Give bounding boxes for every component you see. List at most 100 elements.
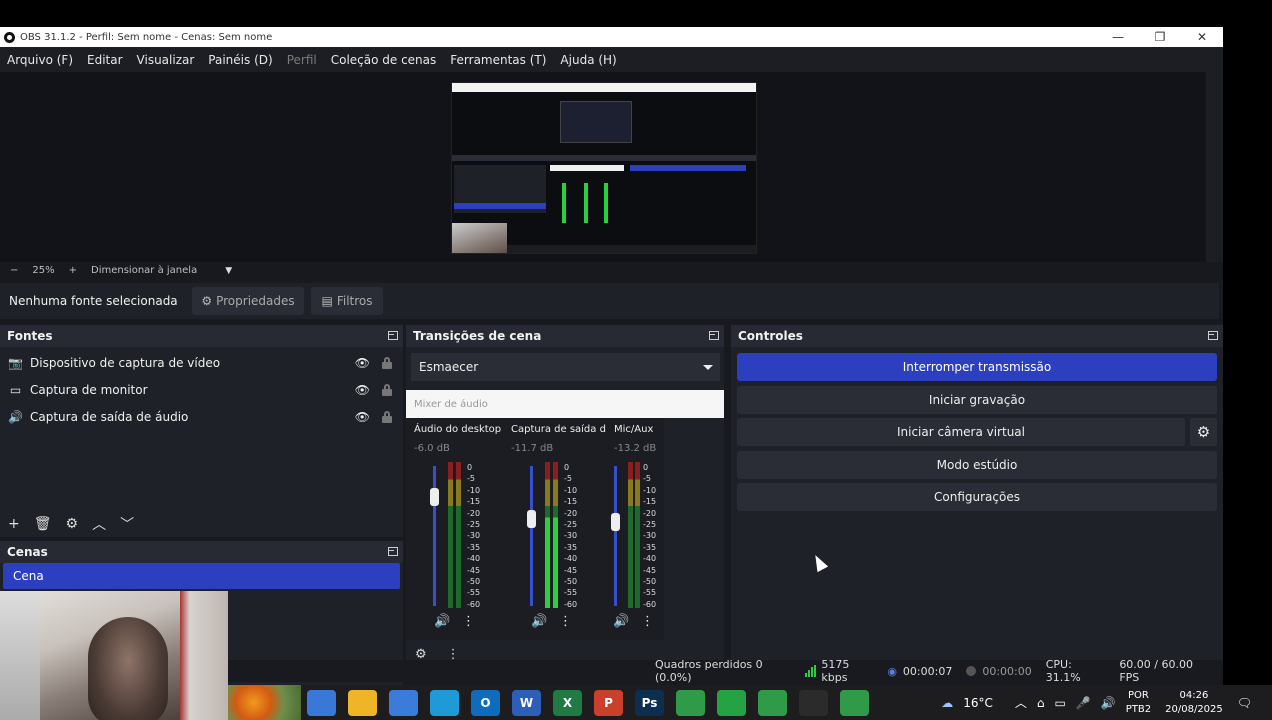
microphone-icon[interactable]: 🎤 bbox=[1076, 696, 1091, 710]
add-icon[interactable]: + bbox=[8, 516, 20, 532]
speaker-icon[interactable]: 🔊 bbox=[531, 614, 547, 629]
camera-icon: 📷 bbox=[8, 355, 23, 370]
preview-horizontal-scrollbar[interactable] bbox=[1200, 262, 1223, 279]
taskbar-word-icon[interactable]: W bbox=[512, 689, 541, 716]
menu-editar[interactable]: Editar bbox=[87, 53, 123, 67]
source-label: Captura de saída de áudio bbox=[30, 409, 189, 424]
more-vertical-icon[interactable]: ⋮ bbox=[559, 614, 572, 629]
menu-paineis[interactable]: Painéis (D) bbox=[208, 53, 272, 67]
meter-tick-label: -35 bbox=[467, 542, 481, 552]
meter-scale: 0 -5 -10 -15 -20 -25 -30 -35 -40 -45 -50 -55 -60 bbox=[564, 462, 577, 610]
taskbar-excel-icon[interactable]: X bbox=[553, 689, 582, 716]
weather-temp[interactable]: 16°C bbox=[963, 696, 993, 710]
chevron-up-icon[interactable]: ︿ bbox=[1015, 694, 1027, 711]
properties-button[interactable]: ⚙ Propriedades bbox=[192, 287, 304, 315]
meter-tick-label: -25 bbox=[643, 520, 657, 530]
scenes-title: Cenas bbox=[7, 545, 48, 559]
minimize-button[interactable]: — bbox=[1097, 30, 1139, 44]
transition-select[interactable]: Esmaecer bbox=[411, 353, 720, 381]
taskbar-outlook-icon[interactable]: O bbox=[471, 689, 500, 716]
chevron-down-icon[interactable]: ﹀ bbox=[120, 514, 134, 534]
eye-icon[interactable]: 👁 bbox=[355, 410, 370, 424]
broadcast-icon: ◉ bbox=[887, 664, 897, 678]
start-virtual-camera-button[interactable]: Iniciar câmera virtual bbox=[737, 418, 1185, 446]
clock[interactable]: 04:26 20/08/2025 bbox=[1165, 689, 1223, 717]
undock-icon[interactable] bbox=[709, 331, 719, 340]
preview-canvas[interactable] bbox=[0, 72, 1206, 262]
taskbar-file-explorer-icon[interactable] bbox=[348, 689, 377, 716]
taskbar-chrome-3-icon[interactable] bbox=[840, 689, 869, 716]
stop-streaming-button[interactable]: Interromper transmissão bbox=[737, 353, 1217, 381]
close-button[interactable]: ✕ bbox=[1181, 30, 1223, 44]
channel-name: Captura de saída d bbox=[511, 424, 606, 435]
taskbar-powerpoint-icon[interactable]: P bbox=[594, 689, 623, 716]
channel-name: Áudio do desktop bbox=[414, 424, 502, 435]
window-title: OBS 31.1.2 - Perfil: Sem nome - Cenas: S… bbox=[20, 31, 273, 43]
weather-icon[interactable]: ☁ bbox=[941, 696, 953, 710]
studio-mode-button[interactable]: Modo estúdio bbox=[737, 451, 1217, 479]
volume-slider-knob[interactable] bbox=[430, 487, 439, 506]
more-vertical-icon[interactable]: ⋮ bbox=[462, 614, 475, 629]
virtual-camera-settings-button[interactable]: ⚙ bbox=[1190, 418, 1217, 446]
taskbar-copilot-icon[interactable] bbox=[307, 689, 336, 716]
zoom-in-button[interactable]: + bbox=[69, 265, 77, 276]
keyboard-layout: PTB2 bbox=[1125, 703, 1152, 715]
monitor-icon: ▭ bbox=[9, 382, 22, 397]
eye-icon[interactable]: 👁 bbox=[355, 356, 370, 370]
scale-mode-select[interactable]: Dimensionar à janela bbox=[91, 265, 197, 276]
meter-tick-label: -10 bbox=[643, 485, 657, 495]
chevron-up-icon[interactable]: ︿ bbox=[92, 514, 106, 534]
taskbar-photoshop-icon[interactable]: Ps bbox=[635, 689, 664, 716]
taskbar-whatsapp-icon[interactable] bbox=[717, 689, 746, 716]
undock-icon[interactable] bbox=[388, 331, 398, 340]
menu-visualizar[interactable]: Visualizar bbox=[137, 53, 195, 67]
lock-icon[interactable] bbox=[382, 383, 392, 396]
menu-colecao-cenas[interactable]: Coleção de cenas bbox=[331, 53, 437, 67]
volume-slider-knob[interactable] bbox=[611, 513, 620, 531]
meter-tick-label: -45 bbox=[564, 565, 578, 575]
source-item-monitor-capture[interactable]: ▭ Captura de monitor 👁 bbox=[0, 376, 403, 403]
restore-button[interactable]: ❐ bbox=[1139, 30, 1181, 44]
battery-icon[interactable]: ▭ bbox=[1055, 696, 1066, 710]
chevron-down-icon[interactable]: ▼ bbox=[225, 266, 232, 276]
taskbar-edge-icon[interactable] bbox=[430, 689, 459, 716]
menu-arquivo[interactable]: Arquivo (F) bbox=[7, 53, 73, 67]
meter-tick-label: -35 bbox=[643, 542, 657, 552]
widgets-button[interactable] bbox=[228, 685, 301, 720]
source-item-video-capture[interactable]: 📷 Dispositivo de captura de vídeo 👁 bbox=[0, 349, 403, 376]
lock-icon[interactable] bbox=[382, 356, 392, 369]
taskbar-store-icon[interactable] bbox=[389, 689, 418, 716]
meter-tick-label: -30 bbox=[467, 531, 481, 541]
menu-ferramentas[interactable]: Ferramentas (T) bbox=[450, 53, 546, 67]
more-vertical-icon[interactable]: ⋮ bbox=[641, 614, 654, 629]
start-recording-button[interactable]: Iniciar gravação bbox=[737, 386, 1217, 414]
volume-slider[interactable] bbox=[530, 466, 533, 606]
scene-item-cena[interactable]: Cena bbox=[3, 563, 400, 589]
taskbar-obs-icon[interactable] bbox=[799, 689, 828, 716]
lock-icon[interactable] bbox=[382, 410, 392, 423]
menu-ajuda[interactable]: Ajuda (H) bbox=[560, 53, 616, 67]
menu-perfil[interactable]: Perfil bbox=[287, 53, 317, 67]
notifications-icon[interactable]: 🗨 bbox=[1237, 696, 1252, 710]
filters-button[interactable]: ▤ Filtros bbox=[311, 287, 383, 315]
gear-icon[interactable]: ⚙ bbox=[66, 516, 79, 532]
network-icon[interactable]: ⌂ bbox=[1037, 696, 1045, 710]
volume-slider[interactable] bbox=[614, 466, 617, 606]
trash-icon[interactable]: 🗑 bbox=[34, 516, 52, 532]
taskbar-chrome-2-icon[interactable] bbox=[758, 689, 787, 716]
audio-mixer-dock: Mixer de áudio Áudio do desktop -6.0 dB … bbox=[406, 390, 724, 668]
language-indicator[interactable]: POR PTB2 bbox=[1126, 689, 1151, 717]
eye-icon[interactable]: 👁 bbox=[355, 383, 370, 397]
preview-vertical-scrollbar[interactable] bbox=[1206, 72, 1223, 262]
speaker-icon[interactable]: 🔊 bbox=[434, 614, 450, 629]
meter-scale: 0 -5 -10 -15 -20 -25 -30 -35 -40 -45 -50 -55 -60 bbox=[467, 462, 480, 610]
source-item-audio-output[interactable]: 🔊 Captura de saída de áudio 👁 bbox=[0, 403, 403, 430]
volume-slider-knob[interactable] bbox=[527, 510, 536, 529]
speaker-icon[interactable]: 🔊 bbox=[613, 614, 629, 629]
taskbar-chrome-icon[interactable] bbox=[676, 689, 705, 716]
undock-icon[interactable] bbox=[388, 547, 398, 556]
zoom-out-button[interactable]: − bbox=[10, 265, 18, 276]
undock-icon[interactable] bbox=[1208, 331, 1218, 340]
settings-button[interactable]: Configurações bbox=[737, 483, 1217, 511]
volume-icon[interactable]: 🔊 bbox=[1101, 696, 1116, 710]
